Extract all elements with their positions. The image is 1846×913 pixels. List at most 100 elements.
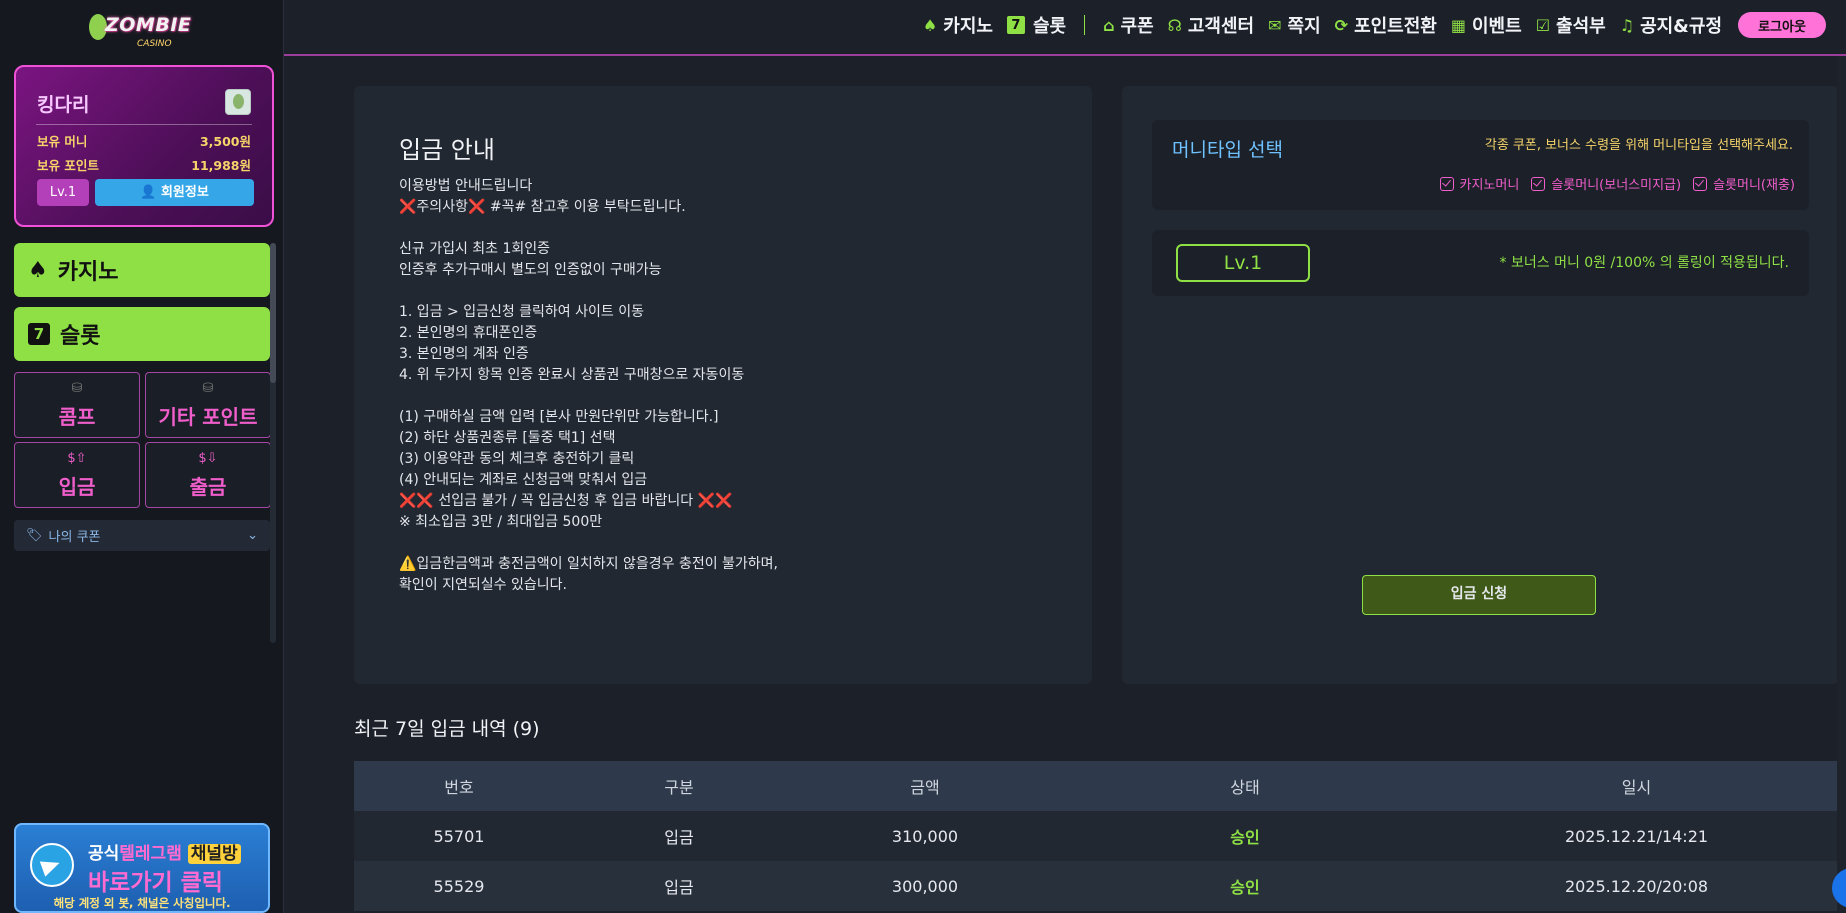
withdraw-icon: $⇩ xyxy=(198,451,218,466)
coins-icon: ⛁ xyxy=(202,381,214,396)
top-nav: ♠ 카지노 7 슬롯 ⌂ 쿠폰 ☊ 고객센터 ✉ 쪽지 ⟳ 포인트전환 ▦ 이벤트 ☑ 출석부 … xyxy=(909,12,1826,38)
topnav-message-label: 쪽지 xyxy=(1287,16,1321,37)
col-type: 구분 xyxy=(664,778,694,797)
deposit-form-panel: 머니타입 선택 각종 쿠폰, 보너스 수령을 위해 머니타입을 선택해주세요. … xyxy=(1122,86,1839,684)
deposit-icon: $⇧ xyxy=(67,451,87,466)
tile-other-points[interactable]: ⛁ 기타 포인트 xyxy=(145,372,271,438)
money-value: 3,500원 xyxy=(199,134,251,149)
mail-icon: ✉ xyxy=(1268,15,1282,35)
topnav-casino[interactable]: ♠ 카지노 xyxy=(923,12,993,38)
money-label: 보유 머니 xyxy=(37,134,88,149)
topnav-event[interactable]: ▦ 이벤트 xyxy=(1451,12,1522,38)
tile-comp-label: 콤프 xyxy=(58,405,96,429)
col-status: 상태 xyxy=(1230,778,1260,797)
telegram-line1-b: 텔레그램 xyxy=(119,844,182,864)
chevron-down-icon: ⌄ xyxy=(247,528,258,543)
history-title: 최근 7일 입금 내역 (9) xyxy=(354,718,540,740)
topnav-slot-label: 슬롯 xyxy=(1032,16,1067,37)
nav-separator xyxy=(1084,15,1086,35)
deposit-apply-button[interactable]: 입금 신청 xyxy=(1362,575,1596,615)
topnav-support-label: 고객센터 xyxy=(1187,16,1255,37)
col-amount: 금액 xyxy=(910,778,940,797)
telegram-banner[interactable]: 공식텔레그램 채널방 바로가기 클릭 해당 계정 외 봇, 채널은 사칭입니다. xyxy=(14,823,270,913)
telegram-line1: 공식텔레그램 채널방 xyxy=(88,839,241,864)
topnav-notice[interactable]: ♫ 공지&규정 xyxy=(1620,12,1722,38)
cell-status: 승인 xyxy=(1230,878,1260,897)
telegram-line3: 해당 계정 외 봇, 채널은 사칭입니다. xyxy=(53,896,231,910)
tile-comp[interactable]: ⛁ 콤프 xyxy=(14,372,140,438)
topnav-point-exchange-label: 포인트전환 xyxy=(1354,16,1437,37)
cell-date: 2025.12.20/20:08 xyxy=(1564,876,1709,896)
topnav-support[interactable]: ☊ 고객센터 xyxy=(1168,12,1254,38)
level-box: Lv.1 * 보너스 머니 0원 /100% 의 롤링이 적용됩니다. xyxy=(1152,230,1809,296)
level-badge[interactable]: Lv.1 xyxy=(37,179,89,206)
guide-body: 이용방법 안내드립니다 ❌주의사항❌ #꼭# 참고후 이용 부탁드립니다. 신규… xyxy=(399,178,779,593)
cell-type: 입금 xyxy=(664,878,694,897)
topnav-event-label: 이벤트 xyxy=(1472,16,1522,37)
my-coupon-dropdown[interactable]: 🏷 나의 쿠폰 ⌄ xyxy=(14,520,270,551)
username: 킹다리 xyxy=(37,94,90,116)
logo[interactable]: ZOMBIE CASINO xyxy=(89,8,195,52)
logo-text: ZOMBIE xyxy=(105,14,192,36)
divider xyxy=(36,124,252,125)
checkbox-icon[interactable] xyxy=(1439,176,1454,191)
money-row: 보유 머니 3,500원 xyxy=(37,131,251,150)
col-date: 일시 xyxy=(1621,778,1652,797)
sidebar-item-slot-label: 슬롯 xyxy=(60,324,101,349)
coins-icon: ⛁ xyxy=(71,381,83,396)
logout-button[interactable]: 로그아웃 xyxy=(1738,12,1826,38)
avatar[interactable] xyxy=(225,89,251,115)
option-slot-money-nobonus[interactable]: 슬롯머니(보너스미지급) xyxy=(1531,174,1681,193)
tile-deposit[interactable]: $⇧ 입금 xyxy=(14,442,140,508)
refresh-icon: ⟳ xyxy=(1334,15,1349,35)
col-no: 번호 xyxy=(444,778,474,797)
tile-other-points-label: 기타 포인트 xyxy=(158,405,258,429)
member-info-button[interactable]: 👤 회원정보 xyxy=(95,179,254,206)
logo-subtext: CASINO xyxy=(137,39,172,49)
points-value: 11,988원 xyxy=(191,158,251,173)
topnav-slot[interactable]: 7 슬롯 xyxy=(1006,12,1067,38)
money-type-hint: 각종 쿠폰, 보너스 수령을 위해 머니타입을 선택해주세요. xyxy=(1484,138,1793,153)
option-slot-money-recharge[interactable]: 슬롯머니(재충) xyxy=(1693,174,1795,193)
topnav-message[interactable]: ✉ 쪽지 xyxy=(1268,12,1321,38)
topnav-coupon[interactable]: ⌂ 쿠폰 xyxy=(1103,12,1154,38)
spade-icon: ♠ xyxy=(922,15,938,35)
option-casino-money-label: 카지노머니 xyxy=(1459,178,1520,193)
cell-type: 입금 xyxy=(664,828,694,847)
checkbox-icon[interactable] xyxy=(1693,176,1708,191)
telegram-line1-c: 채널방 xyxy=(187,844,241,864)
cell-no: 55529 xyxy=(433,876,485,896)
cell-date: 2025.12.21/14:21 xyxy=(1564,826,1709,846)
deposit-guide-panel: 입금 안내 이용방법 안내드립니다 ❌주의사항❌ #꼭# 참고후 이용 부탁드립… xyxy=(354,86,1092,684)
money-type-title: 머니타입 선택 xyxy=(1172,139,1283,161)
main-scrollbar[interactable] xyxy=(1837,56,1846,913)
points-row: 보유 포인트 11,988원 xyxy=(37,155,251,174)
topnav-attendance[interactable]: ☑ 출석부 xyxy=(1536,12,1606,38)
spade-icon: ♠ xyxy=(28,257,48,283)
topnav-attendance-label: 출석부 xyxy=(1556,16,1606,37)
option-casino-money[interactable]: 카지노머니 xyxy=(1439,174,1520,193)
rolling-note: * 보너스 머니 0원 /100% 의 롤링이 적용됩니다. xyxy=(1499,255,1789,271)
bell-icon: ♫ xyxy=(1619,15,1635,35)
sidebar-scroll-thumb[interactable] xyxy=(270,243,276,383)
sidebar-item-slot[interactable]: 7 슬롯 xyxy=(14,307,270,361)
table-row: 55701 입금 310,000 승인 2025.12.21/14:21 xyxy=(354,811,1839,861)
headset-icon: ☊ xyxy=(1167,15,1182,35)
topnav-point-exchange[interactable]: ⟳ 포인트전환 xyxy=(1335,12,1437,38)
calendar-icon: ▦ xyxy=(1450,15,1466,35)
tag-icon: ⌂ xyxy=(1103,15,1115,35)
sidebar-item-casino[interactable]: ♠ 카지노 xyxy=(14,243,270,297)
money-type-box: 머니타입 선택 각종 쿠폰, 보너스 수령을 위해 머니타입을 선택해주세요. … xyxy=(1152,120,1809,210)
checkbox-icon[interactable] xyxy=(1531,176,1546,191)
telegram-icon xyxy=(30,843,74,887)
table-row: 55529 입금 300,000 승인 2025.12.20/20:08 xyxy=(354,861,1839,911)
guide-title: 입금 안내 xyxy=(399,136,495,164)
profile-card: 킹다리 보유 머니 3,500원 보유 포인트 11,988원 Lv.1 👤 회… xyxy=(14,65,274,227)
tile-withdraw[interactable]: $⇩ 출금 xyxy=(145,442,271,508)
history-table: 번호 구분 금액 상태 일시 55701 입금 310,000 승인 2025.… xyxy=(354,761,1839,911)
sidebar: ZOMBIE CASINO 킹다리 보유 머니 3,500원 보유 포인트 11… xyxy=(0,0,284,913)
option-slot-money-nobonus-label: 슬롯머니(보너스미지급) xyxy=(1551,178,1682,193)
seven-icon: 7 xyxy=(28,323,50,345)
my-coupon-label: 나의 쿠폰 xyxy=(48,530,101,545)
user-icon: 👤 xyxy=(140,185,157,200)
